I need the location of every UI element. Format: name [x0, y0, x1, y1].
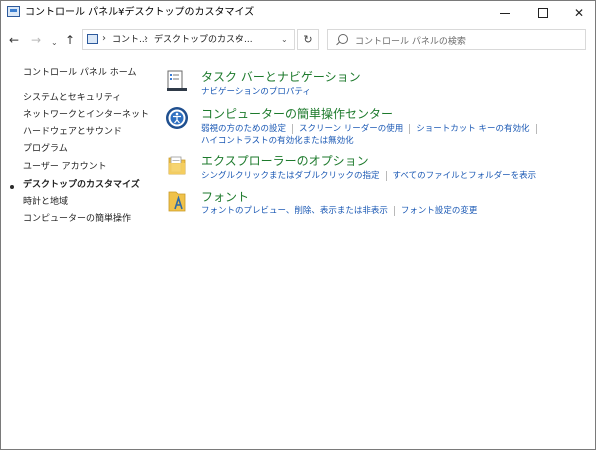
category-title[interactable]: コンピューターの簡単操作センター [201, 106, 393, 122]
address-bar[interactable]: › コント... › デスクトップのカスタ... › ⌄ [82, 29, 295, 50]
minimize-button[interactable] [487, 1, 523, 25]
control-panel-small-icon [87, 34, 98, 44]
search-placeholder: コントロール パネルの検索 [355, 37, 466, 47]
maximize-icon [538, 8, 548, 18]
sidebar-item-clock-region[interactable]: 時計と地域 [23, 196, 68, 208]
ease-of-access-icon [166, 107, 188, 129]
link-click-mode[interactable]: シングルクリックまたはダブルクリックの指定 [201, 170, 380, 182]
category-links: ナビゲーションのプロパティ [201, 86, 311, 98]
link-preview-delete-fonts[interactable]: フォントのプレビュー、削除、表示または非表示 [201, 205, 388, 217]
window-title: コントロール パネル¥デスクトップのカスタマイズ [25, 7, 255, 18]
sidebar-item-system-security[interactable]: システムとセキュリティ [23, 92, 121, 104]
link-screen-reader[interactable]: スクリーン リーダーの使用 [299, 123, 403, 135]
back-button[interactable]: ← [9, 33, 19, 47]
link-divider [409, 123, 411, 134]
refresh-icon: ↻ [303, 33, 313, 46]
sidebar-item-network-internet[interactable]: ネットワークとインターネット [23, 109, 149, 121]
sidebar-item-programs[interactable]: プログラム [23, 143, 68, 155]
search-icon [338, 34, 348, 44]
sidebar-item-hardware-sound[interactable]: ハードウェアとサウンド [23, 126, 122, 138]
close-icon: ✕ [573, 6, 585, 20]
current-location-bullet [10, 185, 14, 189]
title-bar[interactable]: コントロール パネル¥デスクトップのカスタマイズ ✕ [1, 1, 595, 25]
breadcrumb-separator[interactable]: › [235, 33, 239, 44]
category-links: ハイコントラストの有効化または無効化 [201, 135, 354, 147]
minimize-icon [500, 12, 510, 14]
link-divider [535, 123, 537, 134]
link-font-settings[interactable]: フォント設定の変更 [401, 205, 478, 217]
link-divider [393, 205, 395, 216]
sidebar-item-control-panel-home[interactable]: コントロール パネル ホーム [23, 67, 136, 79]
refresh-button[interactable]: ↻ [297, 29, 319, 50]
link-divider [385, 170, 387, 181]
sidebar-item-ease-of-access[interactable]: コンピューターの簡単操作 [23, 213, 131, 225]
link-low-vision-settings[interactable]: 弱視の方のための設定 [201, 123, 286, 135]
category-links: フォントのプレビュー、削除、表示または非表示 フォント設定の変更 [201, 205, 477, 217]
breadcrumb-separator[interactable]: › [102, 33, 106, 44]
link-show-hidden-files[interactable]: すべてのファイルとフォルダーを表示 [393, 170, 537, 182]
forward-button[interactable]: → [31, 33, 41, 47]
taskbar-icon [167, 70, 187, 91]
category-links: 弱視の方のための設定 スクリーン リーダーの使用 ショートカット キーの有効化 [201, 123, 543, 135]
address-dropdown-icon[interactable]: ⌄ [281, 35, 288, 44]
close-button[interactable]: ✕ [561, 1, 596, 25]
control-panel-app-icon [7, 6, 20, 17]
folder-options-icon [168, 156, 186, 175]
category-links: シングルクリックまたはダブルクリックの指定 すべてのファイルとフォルダーを表示 [201, 170, 536, 182]
sidebar-item-user-accounts[interactable]: ユーザー アカウント [23, 161, 107, 173]
sidebar-item-desktop-customization[interactable]: デスクトップのカスタマイズ [23, 179, 140, 191]
category-title[interactable]: フォント [201, 189, 249, 205]
category-title[interactable]: エクスプローラーのオプション [201, 153, 369, 169]
category-title[interactable]: タスク バーとナビゲーション [201, 69, 361, 85]
recent-locations-button[interactable]: ⌄ [51, 36, 58, 50]
up-button[interactable]: ↑ [65, 33, 75, 47]
fonts-icon [168, 191, 186, 212]
navigation-bar: ← → ⌄ ↑ › コント... › デスクトップのカスタ... › ⌄ ↻ コ… [1, 27, 595, 55]
breadcrumb-control-panel[interactable]: コント... [112, 34, 148, 46]
link-divider [292, 123, 294, 134]
link-navigation-properties[interactable]: ナビゲーションのプロパティ [201, 86, 311, 98]
link-high-contrast[interactable]: ハイコントラストの有効化または無効化 [201, 135, 354, 147]
control-panel-window: コントロール パネル¥デスクトップのカスタマイズ ✕ ← → ⌄ ↑ › コント… [0, 0, 596, 450]
search-input[interactable]: コントロール パネルの検索 [327, 29, 586, 50]
maximize-button[interactable] [525, 1, 561, 25]
breadcrumb-separator[interactable]: › [144, 33, 148, 44]
link-shortcut-keys[interactable]: ショートカット キーの有効化 [416, 123, 529, 135]
